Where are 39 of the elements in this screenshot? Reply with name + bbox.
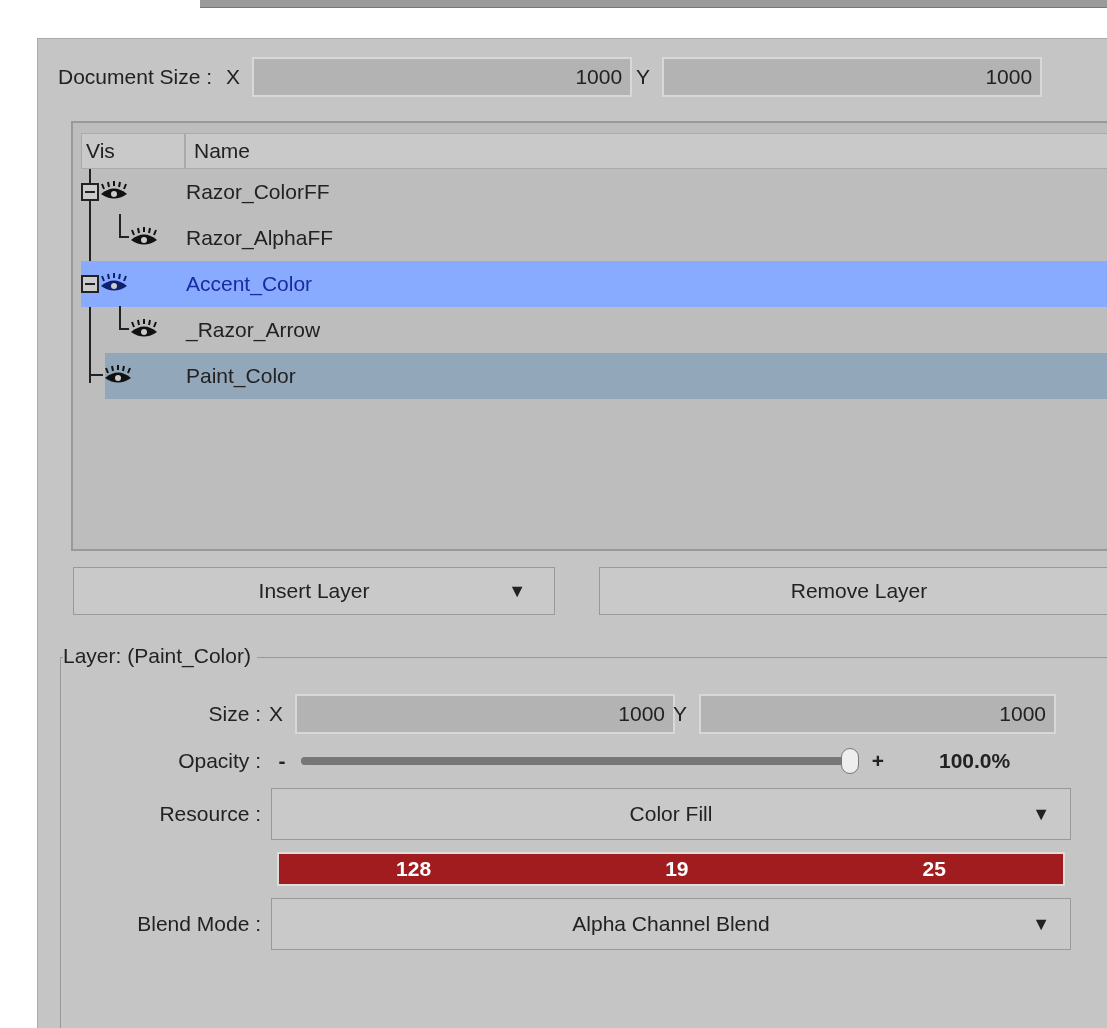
layer-height-field[interactable]: 1000 bbox=[699, 694, 1057, 734]
layer-row[interactable]: _Razor_Arrow bbox=[81, 307, 1107, 353]
collapse-toggle[interactable] bbox=[81, 183, 99, 201]
document-width-field[interactable]: 1000 bbox=[252, 57, 633, 97]
collapse-toggle[interactable] bbox=[81, 275, 99, 293]
x-label: X bbox=[226, 65, 241, 89]
layer-name: Accent_Color bbox=[186, 272, 313, 296]
layer-name: Paint_Color bbox=[186, 364, 296, 388]
blend-mode-dropdown[interactable]: Alpha Channel Blend ▼ bbox=[271, 898, 1071, 950]
y-label: Y bbox=[636, 65, 651, 89]
document-size-label: Document Size : bbox=[58, 65, 213, 89]
layer-row[interactable]: Razor_ColorFF bbox=[81, 169, 1107, 215]
y-label: Y bbox=[673, 702, 688, 726]
increase-button[interactable]: + bbox=[867, 749, 889, 773]
insert-layer-button[interactable]: Insert Layer ▼ bbox=[73, 567, 555, 615]
blend-mode-label: Blend Mode : bbox=[136, 912, 262, 936]
color-swatch[interactable]: 128 19 25 bbox=[277, 852, 1065, 886]
opacity-slider[interactable] bbox=[301, 748, 859, 774]
layer-row[interactable]: Accent_Color bbox=[81, 261, 1107, 307]
layer-row[interactable]: Razor_AlphaFF bbox=[81, 215, 1107, 261]
size-label: Size : bbox=[207, 702, 262, 726]
color-channel-value: 25 bbox=[922, 857, 946, 881]
remove-layer-button[interactable]: Remove Layer bbox=[599, 567, 1107, 615]
column-header[interactable]: Vis bbox=[81, 133, 185, 169]
opacity-label: Opacity : bbox=[177, 749, 262, 773]
opacity-value: 100.0% bbox=[939, 749, 1011, 773]
layer-name: _Razor_Arrow bbox=[186, 318, 321, 342]
resource-label: Resource : bbox=[158, 802, 262, 826]
document-height-field[interactable]: 1000 bbox=[662, 57, 1043, 97]
resource-dropdown[interactable]: Color Fill ▼ bbox=[271, 788, 1071, 840]
slider-thumb[interactable] bbox=[841, 748, 859, 774]
layer-name: Razor_AlphaFF bbox=[186, 226, 334, 250]
decrease-button[interactable]: - bbox=[271, 749, 293, 773]
color-channel-value: 19 bbox=[665, 857, 689, 881]
column-header[interactable]: Name bbox=[185, 133, 1107, 169]
layer-name: Razor_ColorFF bbox=[186, 180, 330, 204]
color-channel-value: 128 bbox=[396, 857, 432, 881]
x-label: X bbox=[269, 702, 283, 726]
layer-width-field[interactable]: 1000 bbox=[295, 694, 675, 734]
